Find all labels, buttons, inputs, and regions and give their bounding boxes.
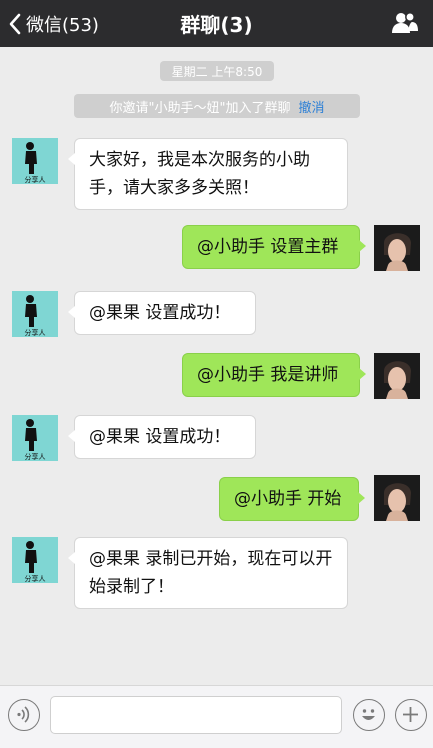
message-bubble[interactable]: @果果 录制已开始，现在可以开始录制了！ — [68, 537, 348, 609]
timestamp: 星期二 上午8:50 — [160, 61, 274, 81]
voice-icon — [17, 706, 30, 723]
system-notice: 你邀请"小助手～妞"加入了群聊 撤消 — [74, 94, 360, 118]
message-bubble[interactable]: @小助手 我是讲师 — [182, 353, 366, 397]
message-input[interactable] — [50, 696, 342, 734]
avatar[interactable]: 分享人 — [12, 537, 58, 583]
input-toolbar — [0, 685, 433, 748]
emoji-button[interactable] — [353, 699, 385, 731]
message-bubble[interactable]: @小助手 开始 — [219, 477, 365, 521]
avatar[interactable] — [374, 475, 420, 521]
user-avatar-icon — [374, 475, 420, 521]
avatar[interactable]: 分享人 — [12, 138, 58, 184]
chevron-left-icon — [9, 13, 21, 34]
nav-bar: 微信(53) 群聊(3) — [0, 0, 433, 47]
message-bubble[interactable]: @果果 设置成功！ — [68, 291, 256, 335]
avatar[interactable] — [374, 353, 420, 399]
share-person-icon: 分享人 — [25, 541, 46, 583]
group-members-icon — [392, 12, 418, 33]
emoji-icon — [362, 709, 375, 720]
avatar[interactable]: 分享人 — [12, 415, 58, 461]
share-person-icon: 分享人 — [25, 142, 46, 184]
group-members-button[interactable] — [391, 11, 419, 35]
share-person-icon: 分享人 — [25, 295, 46, 337]
avatar[interactable]: 分享人 — [12, 291, 58, 337]
message-bubble[interactable]: @小助手 设置主群 — [182, 225, 366, 269]
chat-area[interactable]: 星期二 上午8:50 你邀请"小助手～妞"加入了群聊 撤消 分享人 大家好，我是… — [0, 47, 433, 685]
user-avatar-icon — [374, 353, 420, 399]
share-person-icon: 分享人 — [25, 419, 46, 461]
back-button[interactable]: 微信(53) — [8, 0, 99, 47]
plus-button[interactable] — [395, 699, 427, 731]
user-avatar-icon — [374, 225, 420, 271]
voice-button[interactable] — [8, 699, 40, 731]
avatar-caption: 分享人 — [25, 175, 46, 184]
message-bubble[interactable]: 大家好，我是本次服务的小助手，请大家多多关照！ — [68, 138, 348, 210]
avatar-caption: 分享人 — [25, 452, 46, 461]
plus-icon — [403, 707, 418, 722]
avatar-caption: 分享人 — [25, 574, 46, 583]
message-bubble[interactable]: @果果 设置成功！ — [68, 415, 256, 459]
avatar[interactable] — [374, 225, 420, 271]
undo-link[interactable]: 撤消 — [298, 97, 324, 116]
system-notice-text: 你邀请"小助手～妞"加入了群聊 — [109, 100, 291, 116]
avatar-caption: 分享人 — [25, 328, 46, 337]
back-label: 微信(53) — [26, 14, 99, 36]
